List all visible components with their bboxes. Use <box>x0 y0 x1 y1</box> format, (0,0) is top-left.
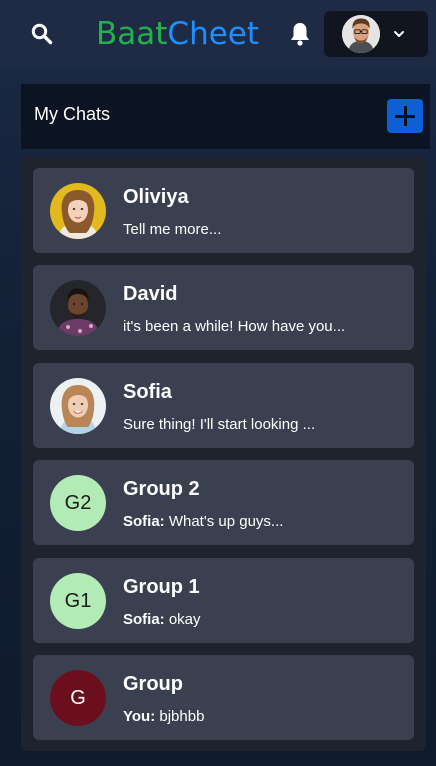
chat-last-message: Sure thing! I'll start looking ... <box>123 416 403 433</box>
chat-last-message: Sofia: What's up guys... <box>123 513 403 530</box>
avatar <box>50 280 106 336</box>
avatar <box>50 378 106 434</box>
chat-item-david[interactable]: David it's been a while! How have you... <box>33 265 414 350</box>
avatar <box>342 15 380 53</box>
chat-list: Oliviya Tell me more... David it's been … <box>21 157 426 751</box>
message-text: Sure thing! I'll start looking ... <box>123 416 316 433</box>
message-sender: You: <box>123 708 156 725</box>
message-text: okay <box>164 611 201 628</box>
chat-name: Sofia <box>123 381 172 403</box>
chat-item-group-2[interactable]: G2 Group 2 Sofia: What's up guys... <box>33 460 414 545</box>
search-icon[interactable] <box>30 22 54 46</box>
top-navbar: BaatCheet <box>0 0 436 67</box>
message-text: What's up guys... <box>164 513 284 530</box>
message-text: Tell me more... <box>123 221 222 238</box>
brand-part-baat: Baat <box>96 16 168 52</box>
chat-last-message: Sofia: okay <box>123 611 403 628</box>
chat-item-sofia[interactable]: Sofia Sure thing! I'll start looking ... <box>33 363 414 448</box>
group-avatar: G <box>50 670 106 726</box>
chat-name: Group 2 <box>123 478 200 500</box>
chat-name: Group 1 <box>123 576 200 598</box>
group-avatar: G2 <box>50 475 106 531</box>
chat-name: Oliviya <box>123 186 189 208</box>
message-text: bjbhbb <box>155 708 205 725</box>
chat-name: Group <box>123 673 183 695</box>
brand-logo: BaatCheet <box>96 14 259 54</box>
chat-last-message: it's been a while! How have you... <box>123 318 403 335</box>
chat-item-group-1[interactable]: G1 Group 1 Sofia: okay <box>33 558 414 643</box>
profile-menu-button[interactable] <box>324 11 428 57</box>
message-text: it's been a while! How have you... <box>123 318 346 335</box>
chevron-down-icon <box>394 31 404 37</box>
chat-last-message: You: bjbhbb <box>123 708 403 725</box>
bell-icon[interactable] <box>288 21 312 47</box>
chat-last-message: Tell me more... <box>123 221 403 238</box>
message-sender: Sofia: <box>123 611 165 628</box>
page-title: My Chats <box>34 104 111 124</box>
chat-item-oliviya[interactable]: Oliviya Tell me more... <box>33 168 414 253</box>
brand-part-cheet: Cheet <box>167 16 260 52</box>
message-sender: Sofia: <box>123 513 165 530</box>
new-chat-button[interactable] <box>387 99 423 133</box>
my-chats-header: My Chats <box>21 84 430 149</box>
group-avatar: G1 <box>50 573 106 629</box>
chat-item-group[interactable]: G Group You: bjbhbb <box>33 655 414 740</box>
avatar <box>50 183 106 239</box>
chat-name: David <box>123 283 178 305</box>
